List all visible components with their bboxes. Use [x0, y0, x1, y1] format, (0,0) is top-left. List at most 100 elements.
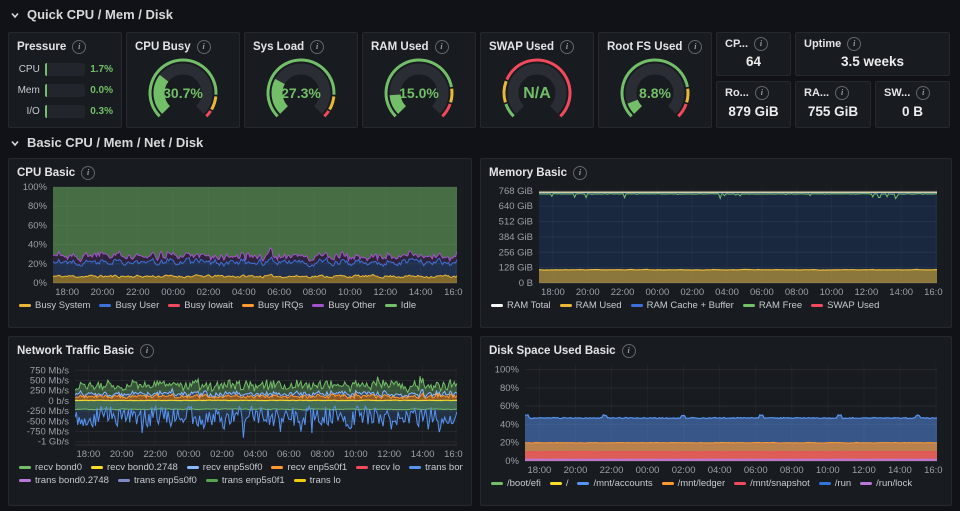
pressure-value: 0.3%: [90, 106, 113, 117]
legend-item[interactable]: /run: [818, 477, 851, 490]
legend-item[interactable]: SWAP Used: [811, 299, 879, 312]
row-header-quick[interactable]: Quick CPU / Mem / Disk: [10, 7, 173, 22]
svg-text:16:00: 16:00: [444, 449, 463, 460]
svg-text:18:00: 18:00: [528, 465, 552, 476]
svg-text:-1 Gb/s: -1 Gb/s: [38, 437, 69, 448]
svg-text:12:00: 12:00: [377, 449, 401, 460]
mem-plot[interactable]: 0 B 128 GiB 256 GiB 384 GiB 512 GiB 640 GiB 76…: [489, 181, 948, 299]
info-icon[interactable]: i: [835, 86, 850, 100]
info-icon[interactable]: i: [559, 40, 574, 54]
panel-title: CP...: [725, 38, 749, 50]
legend-item[interactable]: /mnt/snapshot: [734, 477, 810, 490]
svg-text:10:00: 10:00: [820, 287, 844, 298]
legend-item[interactable]: recv bond0.2748: [91, 461, 178, 474]
gauge-cpu-busy: 30.7%: [135, 55, 231, 121]
legend-item[interactable]: RAM Used: [559, 299, 622, 312]
panel-title: SW...: [884, 87, 911, 99]
svg-text:16:00: 16:00: [924, 465, 943, 476]
legend-item[interactable]: recv bond0: [19, 461, 82, 474]
panel-title: RAM Used: [371, 41, 429, 53]
pressure-bar-gauge: [44, 63, 86, 76]
gauge-sys-load: 27.3%: [253, 55, 349, 121]
stat-value: 64: [745, 53, 762, 69]
legend-item[interactable]: Busy Other: [312, 299, 376, 312]
svg-text:02:00: 02:00: [197, 287, 221, 298]
panel-title: CPU Busy: [135, 41, 191, 53]
svg-text:80%: 80%: [28, 201, 48, 212]
info-icon[interactable]: i: [621, 344, 636, 358]
svg-text:100%: 100%: [495, 365, 520, 376]
svg-text:16:00: 16:00: [444, 287, 463, 298]
info-icon[interactable]: i: [847, 37, 862, 51]
panel-rootfs-total: Ro... i 879 GiB: [716, 81, 791, 128]
info-icon[interactable]: i: [81, 166, 96, 180]
svg-text:06:00: 06:00: [267, 287, 291, 298]
legend-item[interactable]: Busy IRQs: [241, 299, 303, 312]
legend-item[interactable]: recv enp5s0f1: [271, 461, 347, 474]
network-traffic-chart[interactable]: 750 Mb/s 500 Mb/s 250 Mb/s 0 b/s -250 Mb/s -5…: [17, 359, 468, 461]
info-icon[interactable]: i: [196, 40, 211, 54]
panel-cpu-cores: CP... i 64: [716, 32, 791, 76]
legend-item[interactable]: Busy System: [19, 299, 90, 312]
legend-item[interactable]: trans bond0: [409, 461, 463, 474]
svg-text:08:00: 08:00: [780, 465, 804, 476]
panel-title: Memory Basic: [489, 167, 567, 179]
legend-item[interactable]: trans lo: [293, 474, 341, 487]
info-icon[interactable]: i: [310, 40, 325, 54]
svg-text:02:00: 02:00: [680, 287, 704, 298]
legend-item[interactable]: RAM Free: [742, 299, 802, 312]
legend-item[interactable]: RAM Cache + Buffer: [630, 299, 734, 312]
svg-text:768 GiB: 768 GiB: [499, 186, 533, 197]
info-icon[interactable]: i: [688, 40, 703, 54]
memory-basic-chart[interactable]: 0 B 128 GiB 256 GiB 384 GiB 512 GiB 640 GiB 76…: [489, 181, 948, 299]
legend-item[interactable]: trans bond0.2748: [19, 474, 109, 487]
legend-item[interactable]: /: [549, 477, 568, 490]
legend-item[interactable]: /boot/efi: [491, 477, 541, 490]
legend-item[interactable]: trans enp5s0f1: [205, 474, 285, 487]
panel-disk-space-basic: Disk Space Used Basic i 0% 20% 40% 60% 80% 10…: [480, 336, 952, 506]
cpu-plot[interactable]: 0% 20% 40% 60% 80% 100% 18:00 20:00 22:00 00:00 02…: [17, 181, 468, 299]
svg-text:08:00: 08:00: [303, 287, 327, 298]
panel-uptime: Uptime i 3.5 weeks: [795, 32, 950, 76]
svg-text:0%: 0%: [33, 278, 47, 289]
svg-text:04:00: 04:00: [232, 287, 256, 298]
cpu-basic-chart[interactable]: 0% 20% 40% 60% 80% 100% 18:00 20:00 22:00 00:00 02…: [17, 181, 468, 299]
legend-item[interactable]: recv lo: [356, 461, 400, 474]
legend-item[interactable]: /run/lock: [860, 477, 912, 490]
svg-text:128 GiB: 128 GiB: [499, 263, 533, 274]
info-icon[interactable]: i: [139, 344, 154, 358]
gauge-value: 15.0%: [399, 85, 439, 101]
info-icon[interactable]: i: [572, 166, 587, 180]
info-icon[interactable]: i: [434, 40, 449, 54]
pressure-label: CPU: [18, 64, 40, 75]
row-title: Quick CPU / Mem / Disk: [27, 7, 173, 22]
info-icon[interactable]: i: [916, 86, 931, 100]
info-icon[interactable]: i: [72, 40, 87, 54]
legend-item[interactable]: trans enp5s0f0: [117, 474, 197, 487]
legend-item[interactable]: recv enp5s0f0: [186, 461, 262, 474]
disk-space-chart[interactable]: 0% 20% 40% 60% 80% 100% 18:00 20:00 22:00 00:00 02…: [489, 359, 948, 477]
panel-title: Sys Load: [253, 41, 305, 53]
info-icon[interactable]: i: [754, 86, 769, 100]
panel-title: Disk Space Used Basic: [489, 345, 616, 357]
chart-legend: recv bond0 recv bond0.2748 recv enp5s0f0 re…: [17, 461, 463, 487]
legend-item[interactable]: Busy User: [99, 299, 159, 312]
disk-plot[interactable]: 0% 20% 40% 60% 80% 100% 18:00 20:00 22:00 00:00 02…: [489, 359, 948, 477]
stat-value: 755 GiB: [807, 104, 859, 119]
legend-item[interactable]: Idle: [384, 299, 416, 312]
svg-text:20%: 20%: [500, 438, 520, 449]
legend-item[interactable]: RAM Total: [491, 299, 551, 312]
pressure-gauges: CPU 1.7% Mem 0.0% I/O 0.3%: [17, 63, 113, 118]
legend-item[interactable]: /mnt/accounts: [577, 477, 653, 490]
net-plot[interactable]: 750 Mb/s500 Mb/s250 Mb/s0 b/s-250 Mb/s-5…: [17, 359, 468, 461]
info-icon[interactable]: i: [754, 37, 769, 51]
legend-item[interactable]: Busy Iowait: [168, 299, 233, 312]
panel-swap-total: SW... i 0 B: [875, 81, 950, 128]
svg-text:02:00: 02:00: [672, 465, 696, 476]
svg-text:06:00: 06:00: [750, 287, 774, 298]
legend-item[interactable]: /mnt/ledger: [661, 477, 725, 490]
row-header-basic[interactable]: Basic CPU / Mem / Net / Disk: [10, 135, 203, 150]
panel-title: SWAP Used: [489, 41, 554, 53]
svg-text:20:00: 20:00: [564, 465, 588, 476]
svg-text:20:00: 20:00: [110, 449, 134, 460]
